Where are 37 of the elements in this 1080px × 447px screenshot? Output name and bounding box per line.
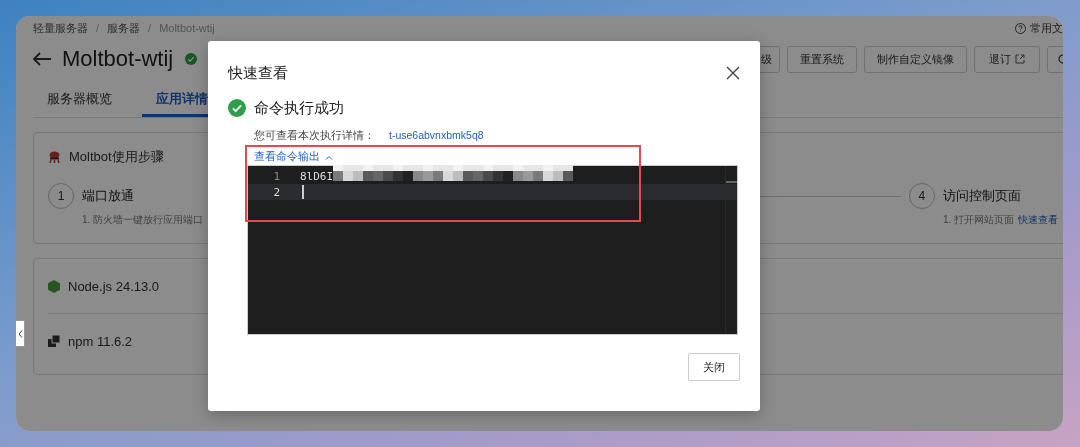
- external-link-icon: [1015, 54, 1025, 64]
- dialog-title: 快速查看: [228, 63, 288, 83]
- result-message: 命令执行成功: [254, 98, 344, 118]
- scroll-marker: [726, 181, 737, 183]
- line-number: 1: [272, 169, 280, 183]
- help-icon: [1015, 22, 1026, 34]
- breadcrumb-separator: /: [148, 22, 152, 34]
- toolbar-button[interactable]: 退订: [974, 45, 1040, 73]
- breadcrumb-item[interactable]: 服务器: [107, 20, 141, 36]
- code-text: 8lD6I: [300, 169, 334, 183]
- toolbar-button[interactable]: 重置系统: [787, 45, 857, 73]
- collapse-tab[interactable]: [16, 320, 25, 347]
- close-icon: [726, 66, 740, 80]
- help-link[interactable]: 常用文: [1015, 20, 1063, 36]
- close-dialog-button[interactable]: 关闭: [688, 353, 740, 381]
- step-title: 访问控制页面: [942, 187, 1022, 205]
- line-number: 2: [272, 185, 280, 199]
- output-toggle[interactable]: 查看命令输出: [254, 150, 333, 164]
- caret-icon: [325, 154, 333, 160]
- package-name: Node.js 24.13.0: [68, 278, 160, 294]
- back-arrow-icon[interactable]: [33, 52, 52, 66]
- close-button[interactable]: [726, 66, 740, 80]
- page-title: Moltbot-wtij: [62, 46, 174, 72]
- task-id-link[interactable]: t-use6abvnxbmk5q8: [389, 129, 484, 143]
- text-cursor: [302, 185, 304, 199]
- quick-view-link[interactable]: 快速查看: [1018, 214, 1058, 225]
- step-description: 1. 打开网站页面 快速查看: [942, 213, 1058, 227]
- step-title: 端口放通: [82, 187, 135, 205]
- detail-label: 您可查看本次执行详情：: [254, 129, 375, 143]
- toolbar-button[interactable]: 制作自定义镜像: [864, 45, 967, 73]
- card-title: Moltbot使用步骤: [69, 148, 164, 166]
- mascot-icon: [48, 151, 61, 163]
- package-name: npm 11.6.2: [68, 333, 133, 349]
- chevron-left-icon: [17, 329, 23, 338]
- breadcrumb-item[interactable]: 轻量服务器: [33, 20, 88, 36]
- breadcrumb-separator: /: [96, 22, 100, 34]
- tab[interactable]: 服务器概览: [33, 83, 126, 117]
